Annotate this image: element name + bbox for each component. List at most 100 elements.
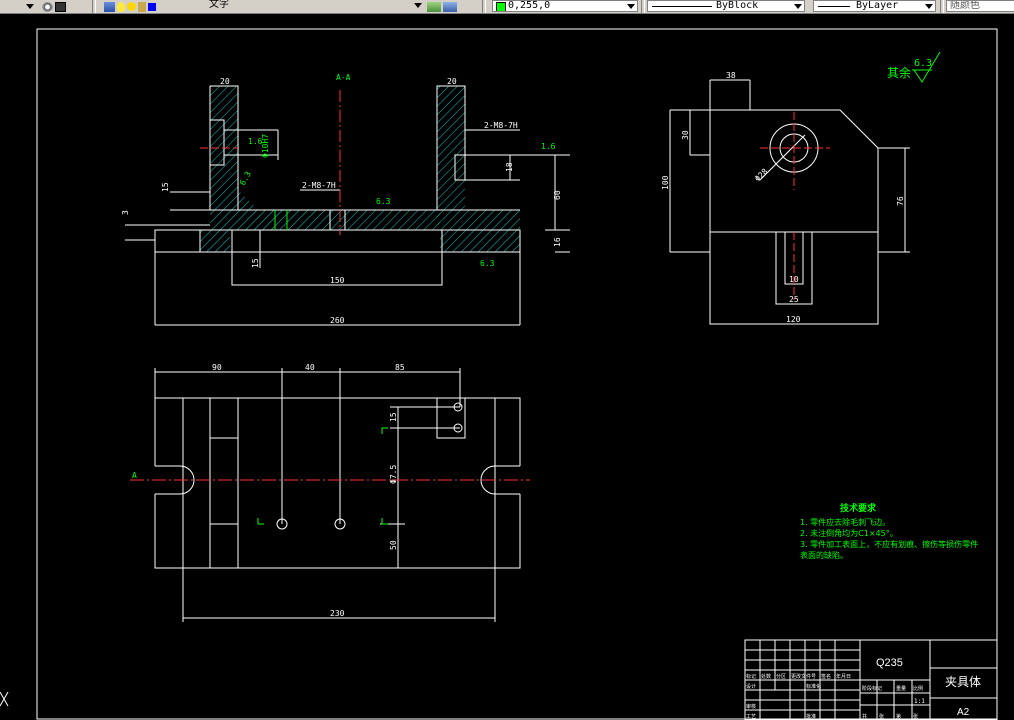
svg-text:10: 10: [789, 275, 799, 284]
side-view: [669, 79, 910, 325]
chevron-down-icon: [925, 4, 933, 9]
svg-text:1:1: 1:1: [914, 698, 925, 705]
svg-text:20: 20: [447, 77, 457, 86]
svg-text:260: 260: [330, 316, 345, 325]
svg-text:25: 25: [789, 295, 799, 304]
svg-text:A-A: A-A: [336, 73, 351, 82]
top-view-green-markers: [257, 427, 388, 525]
svg-text:标准化: 标准化: [806, 683, 821, 690]
title-block-text: Q235 夹具体 A2 1:1 标记 处数 分区 更改文件号 签名 年月日 设计…: [746, 657, 981, 720]
svg-text:85: 85: [395, 363, 405, 372]
linetype-dropdown[interactable]: ByBlock: [647, 0, 805, 12]
svg-text:分区: 分区: [776, 673, 786, 680]
svg-text:3: 3: [121, 210, 130, 215]
svg-text:批准: 批准: [806, 713, 816, 720]
svg-text:技术要求: 技术要求: [840, 502, 877, 514]
svg-text:15: 15: [251, 258, 260, 268]
layer-manager-icon[interactable]: [104, 1, 115, 12]
svg-text:230: 230: [330, 609, 345, 618]
svg-text:120: 120: [786, 315, 801, 324]
color-label: 0,255,0: [508, 0, 551, 11]
svg-text:1.6: 1.6: [248, 137, 263, 146]
svg-text:20: 20: [220, 77, 230, 86]
svg-text:2. 未注倒角均为C1×45°。: 2. 未注倒角均为C1×45°。: [800, 528, 898, 538]
svg-text:审核: 审核: [746, 703, 756, 710]
layer-tools: [104, 0, 158, 13]
lineweight-preview: [818, 6, 850, 7]
drawing-border: [36, 28, 998, 720]
dropdown-arrow-icon[interactable]: [26, 4, 34, 9]
svg-text:阶段标记: 阶段标记: [862, 685, 882, 692]
lock-icon[interactable]: [138, 1, 146, 12]
svg-text:60: 60: [553, 190, 562, 200]
svg-text:A2: A2: [957, 707, 970, 718]
svg-text:2-M8-7H: 2-M8-7H: [302, 181, 336, 190]
svg-text:Q235: Q235: [876, 657, 903, 669]
toolbar-left-end: [2, 0, 68, 13]
svg-text:张: 张: [879, 713, 884, 720]
layer-name: 文字: [209, 0, 229, 10]
svg-text:150: 150: [330, 276, 345, 285]
chevron-down-icon: [414, 3, 422, 8]
svg-text:1.6: 1.6: [541, 142, 556, 151]
side-view-labels: 38 30 100 76 10 25 120 Φ28: [661, 71, 905, 324]
svg-text:50: 50: [389, 540, 398, 550]
layer-dropdown[interactable]: 文字: [192, 0, 424, 12]
svg-text:40: 40: [305, 363, 315, 372]
svg-text:6.3: 6.3: [238, 170, 253, 187]
svg-text:标记: 标记: [746, 673, 756, 680]
roughness-note: 其余 6.3: [887, 51, 941, 83]
svg-text:第: 第: [896, 713, 901, 720]
svg-text:Φ7.5: Φ7.5: [389, 465, 398, 484]
svg-text:年月日: 年月日: [836, 673, 851, 680]
lineweight-dropdown[interactable]: ByLayer: [813, 0, 936, 12]
svg-text:38: 38: [726, 71, 736, 80]
color-dropdown[interactable]: 0,255,0: [492, 0, 638, 12]
front-view-labels: A-A 20 20 150 260 15 3 16 60 18 15 2-M8-…: [121, 73, 562, 325]
top-view-labels: 90 40 85 15 Φ7.5 50 230 A: [132, 363, 405, 618]
svg-text:6.3: 6.3: [914, 58, 932, 69]
chevron-down-icon: [794, 4, 802, 9]
svg-text:1. 零件应去除毛刺飞边。: 1. 零件应去除毛刺飞边。: [800, 517, 890, 527]
layer-state-tools: [427, 0, 459, 13]
svg-text:A: A: [132, 471, 137, 480]
svg-text:76: 76: [896, 196, 905, 206]
ucs-icon: [0, 691, 9, 707]
svg-text:重量: 重量: [896, 685, 906, 692]
svg-text:张: 张: [913, 713, 918, 720]
technical-requirements: 技术要求 1. 零件应去除毛刺飞边。 2. 未注倒角均为C1×45°。 3. 零…: [800, 502, 978, 560]
svg-text:6.3: 6.3: [480, 259, 495, 268]
chevron-down-icon: [627, 4, 635, 9]
svg-text:15: 15: [161, 182, 170, 192]
svg-text:Φ28: Φ28: [753, 167, 770, 184]
svg-text:100: 100: [661, 175, 670, 190]
svg-text:共: 共: [862, 713, 867, 720]
svg-text:2-M8-7H: 2-M8-7H: [484, 121, 518, 130]
svg-text:16: 16: [553, 237, 562, 247]
lineweight-label: ByLayer: [856, 0, 899, 11]
linetype-preview: [652, 6, 712, 7]
lightbulb-icon[interactable]: [117, 1, 125, 12]
svg-text:表面的缺陷。: 表面的缺陷。: [800, 550, 848, 560]
svg-text:设计: 设计: [746, 683, 756, 690]
color-swatch: [496, 2, 506, 11]
svg-text:其余: 其余: [887, 65, 911, 80]
layer-states-icon[interactable]: [443, 1, 457, 12]
svg-text:处数: 处数: [761, 673, 771, 680]
sun-icon[interactable]: [127, 2, 136, 11]
svg-text:30: 30: [681, 130, 690, 140]
svg-text:更改文件号: 更改文件号: [791, 673, 816, 680]
svg-text:3. 零件加工表面上，不应有划痕、擦伤等损伤零件: 3. 零件加工表面上，不应有划痕、擦伤等损伤零件: [800, 539, 978, 549]
layer-color-icon[interactable]: [148, 2, 156, 11]
gear-icon[interactable]: [42, 1, 53, 12]
svg-text:比例: 比例: [913, 685, 923, 692]
svg-text:90: 90: [212, 363, 222, 372]
layer-previous-icon[interactable]: [427, 1, 441, 12]
top-view: [154, 368, 521, 622]
svg-text:6.3: 6.3: [376, 197, 391, 206]
linetype-label: ByBlock: [716, 0, 759, 11]
drawing-canvas[interactable]: 其余 6.3 A-A 20 20 150 260 15 3 16 60 18 1…: [0, 14, 1014, 720]
plotstyle-dropdown[interactable]: 随颜色: [946, 0, 1014, 12]
save-icon[interactable]: [55, 1, 66, 12]
svg-text:签名: 签名: [821, 673, 831, 680]
